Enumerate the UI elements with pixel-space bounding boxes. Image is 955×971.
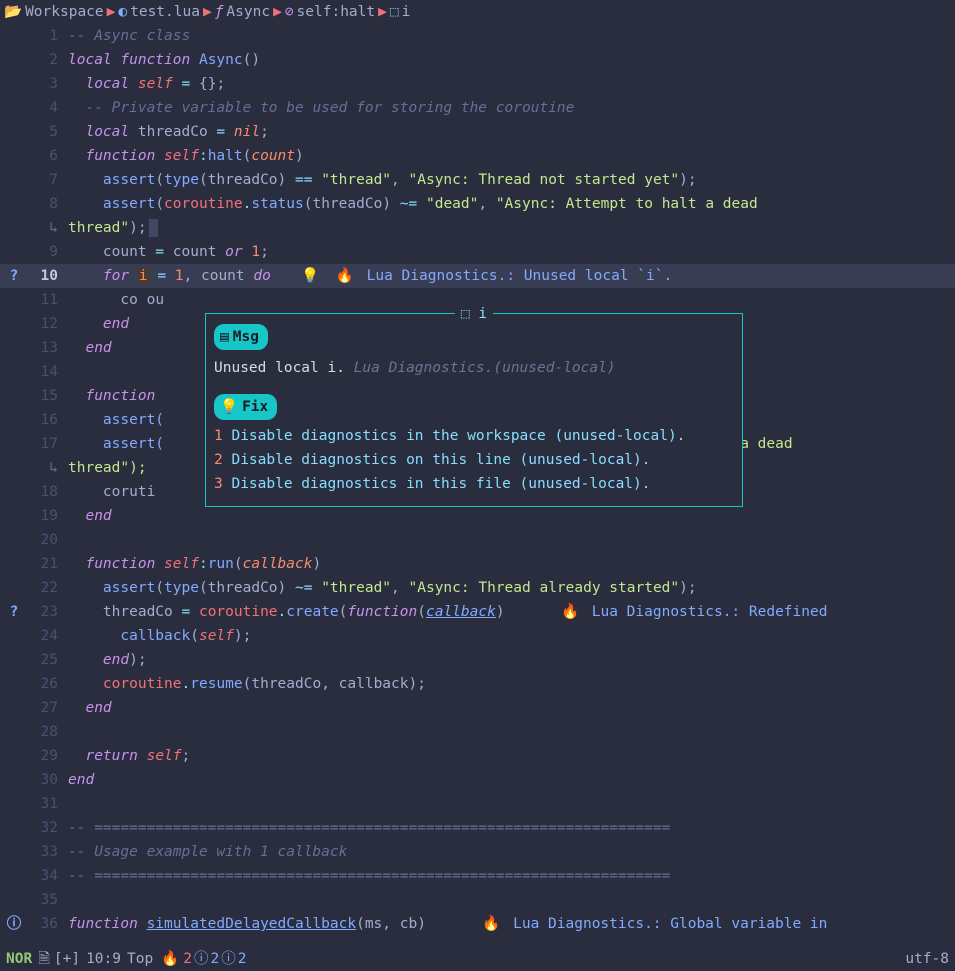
line-number: 29	[28, 744, 68, 768]
fire-icon: 🔥	[336, 268, 354, 284]
msg-badge: ▤Msg	[214, 324, 268, 350]
line-number: 14	[28, 360, 68, 384]
line-number: 25	[28, 648, 68, 672]
breadcrumb: 📂 Workspace ▶ ◐ test.lua ▶ ƒ Async ▶ ⊘ s…	[0, 0, 955, 24]
info-sign-icon: ?	[0, 264, 28, 288]
fire-icon: 🔥	[482, 916, 500, 932]
wrap-indicator: ↳	[28, 216, 68, 240]
line-number: 16	[28, 408, 68, 432]
line-number: 34	[28, 864, 68, 888]
line-number: 3	[28, 72, 68, 96]
line-number: 27	[28, 696, 68, 720]
line-number: 11	[28, 288, 68, 312]
file-icon: 🗎	[38, 947, 50, 971]
line-number: 17	[28, 432, 68, 456]
lightbulb-icon: 💡	[220, 395, 238, 419]
method-icon: ⊘	[285, 0, 294, 24]
message-icon: ▤	[220, 325, 229, 349]
line-number: 15	[28, 384, 68, 408]
info-sign-icon: ?	[0, 600, 28, 624]
modified-indicator: [+]	[54, 947, 80, 971]
diagnostic-popup: ⬚ i ▤Msg Unused local i. Lua Diagnostics…	[205, 313, 743, 507]
cursor-position: 10:9	[86, 947, 121, 971]
breadcrumb-method[interactable]: self:halt	[297, 0, 376, 24]
info-icon: ⓘ	[221, 947, 236, 971]
fire-icon: 🔥	[561, 604, 579, 620]
mode-indicator: NOR	[6, 947, 32, 971]
breadcrumb-sep: ▶	[378, 0, 387, 24]
fix-option[interactable]: 3 Disable diagnostics in this file (unus…	[214, 472, 734, 496]
line-number: 13	[28, 336, 68, 360]
line-number: 31	[28, 792, 68, 816]
line-number: 36	[28, 912, 68, 936]
breadcrumb-var[interactable]: i	[402, 0, 411, 24]
diagnostic-message: Lua Diagnostics.: Unused local `i`.	[367, 268, 673, 284]
line-number: 18	[28, 480, 68, 504]
lua-icon: ◐	[118, 0, 127, 24]
diagnostic-message: Lua Diagnostics.: Redefined	[592, 604, 828, 620]
line-number: 4	[28, 96, 68, 120]
function-icon: ƒ	[215, 0, 224, 24]
breadcrumb-sep: ▶	[107, 0, 116, 24]
line-number: 24	[28, 624, 68, 648]
scroll-position: Top	[127, 947, 153, 971]
status-line: NOR 🗎 [+] 10:9 Top 🔥2 ⓘ2 ⓘ2 utf-8	[0, 947, 955, 971]
fire-icon: 🔥	[161, 947, 179, 971]
line-number: 12	[28, 312, 68, 336]
line-number: 21	[28, 552, 68, 576]
line-number: 7	[28, 168, 68, 192]
breadcrumb-func[interactable]: Async	[226, 0, 270, 24]
line-number: 22	[28, 576, 68, 600]
fix-option[interactable]: 2 Disable diagnostics on this line (unus…	[214, 448, 734, 472]
line-number: 30	[28, 768, 68, 792]
fix-badge: 💡Fix	[214, 394, 277, 420]
code-editor[interactable]: 1-- Async class 2local function Async() …	[0, 24, 955, 936]
line-number: 32	[28, 816, 68, 840]
breadcrumb-sep: ▶	[273, 0, 282, 24]
popup-message: Unused local i. Lua Diagnostics.(unused-…	[214, 356, 734, 380]
line-number: 1	[28, 24, 68, 48]
breadcrumb-workspace[interactable]: Workspace	[25, 0, 104, 24]
popup-title: ⬚ i	[455, 302, 493, 326]
info-icon: ⓘ	[194, 947, 209, 971]
line-number: 10	[28, 264, 68, 288]
line-number: 2	[28, 48, 68, 72]
secondary-cursor	[149, 219, 158, 237]
current-line[interactable]: ?10 for i = 1, count do 💡 🔥 Lua Diagnost…	[0, 264, 955, 288]
line-number: 33	[28, 840, 68, 864]
line-number: 5	[28, 120, 68, 144]
breadcrumb-file[interactable]: test.lua	[130, 0, 200, 24]
variable-icon: ⬚	[390, 0, 399, 24]
line-number: 19	[28, 504, 68, 528]
folder-icon: 📂	[4, 0, 22, 24]
file-encoding: utf-8	[905, 947, 949, 971]
line-number: 20	[28, 528, 68, 552]
line-number: 35	[28, 888, 68, 912]
cursor-variable[interactable]: i	[138, 268, 149, 284]
lightbulb-icon[interactable]: 💡	[301, 268, 319, 284]
breadcrumb-sep: ▶	[203, 0, 212, 24]
line-number: 9	[28, 240, 68, 264]
fix-option[interactable]: 1 Disable diagnostics in the workspace (…	[214, 424, 734, 448]
info-count: 2	[211, 947, 220, 971]
line-number: 23	[28, 600, 68, 624]
diagnostic-message: Lua Diagnostics.: Global variable in	[513, 916, 827, 932]
info-sign-icon: ⓘ	[0, 912, 28, 936]
info-count: 2	[238, 947, 247, 971]
line-number: 26	[28, 672, 68, 696]
error-count: 2	[183, 947, 192, 971]
line-number: 8	[28, 192, 68, 216]
line-number: 28	[28, 720, 68, 744]
wrap-indicator: ↳	[28, 456, 68, 480]
line-number: 6	[28, 144, 68, 168]
